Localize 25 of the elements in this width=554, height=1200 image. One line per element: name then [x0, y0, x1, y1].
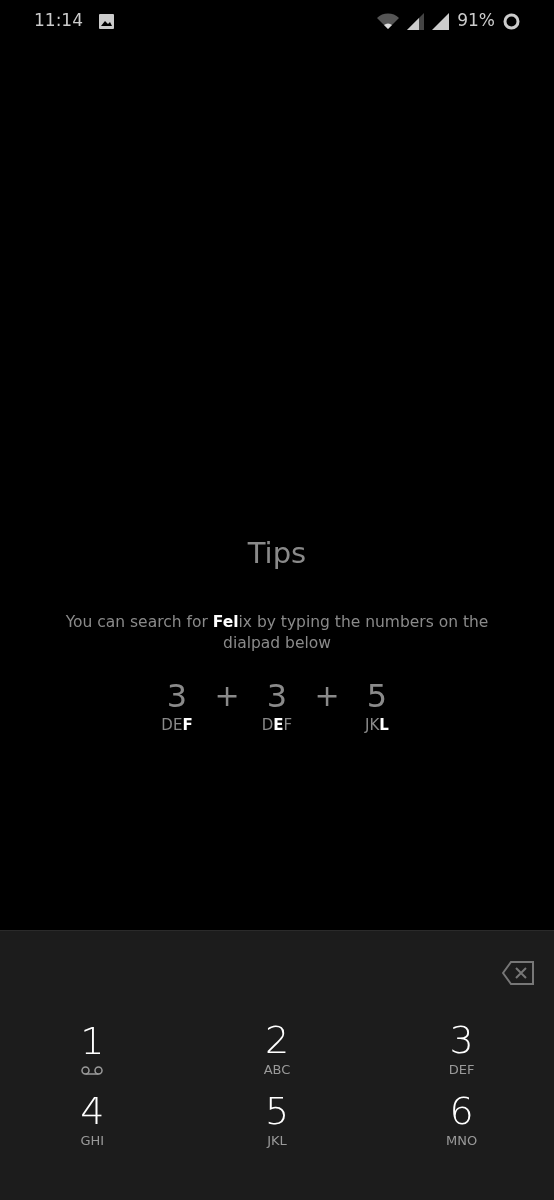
plus-sign: +	[313, 677, 341, 714]
clock-time: 11:14	[34, 9, 83, 33]
signal-icon	[407, 12, 425, 30]
tips-title: Tips	[246, 535, 308, 572]
key-letters: JKL	[365, 714, 389, 736]
signal-icon	[432, 12, 450, 30]
key-digit: 3	[266, 677, 288, 714]
wifi-icon	[377, 13, 400, 29]
key-digit: 5	[366, 677, 388, 714]
dial-key[interactable]: 2 ABC	[232, 1021, 322, 1076]
key-letters: DEF	[261, 714, 293, 736]
dial-key[interactable]: 6 MNO	[416, 1092, 507, 1147]
backspace-icon[interactable]	[502, 961, 534, 985]
battery-ring-icon	[503, 12, 520, 30]
tip-message: You can search for Felix by typing the numbers on the dialpad below	[64, 611, 490, 654]
key-letters: DEF	[161, 714, 193, 736]
voicemail-icon	[81, 1066, 104, 1075]
plus-sign: +	[213, 677, 241, 714]
dial-key[interactable]: 5 JKL	[232, 1092, 322, 1147]
battery-percent: 91%	[457, 9, 495, 33]
image-icon	[99, 13, 114, 29]
dial-key[interactable]: 3 DEF	[416, 1021, 507, 1076]
dial-key[interactable]: 4 GHI	[47, 1092, 138, 1147]
dial-key[interactable]: 1	[47, 1021, 138, 1076]
key-digit: 3	[166, 677, 188, 714]
